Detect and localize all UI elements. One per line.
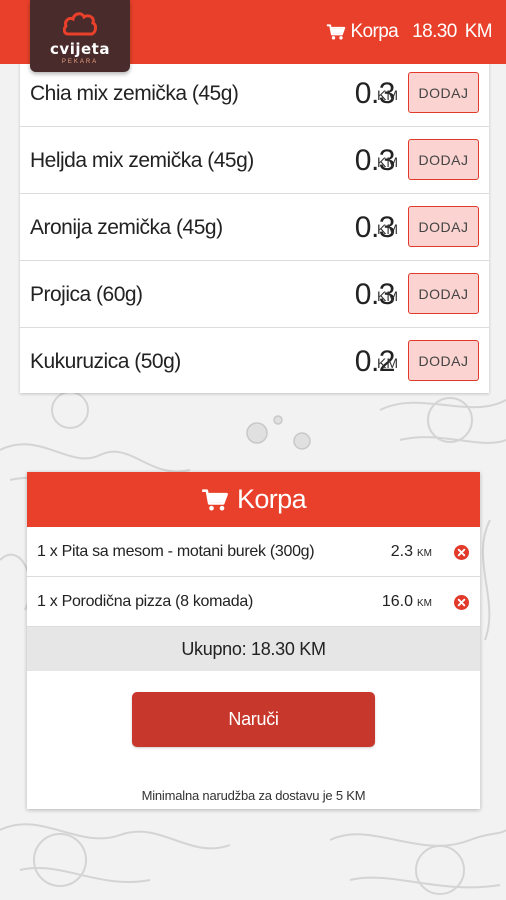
header-cart-button[interactable]: Korpa 18.30 KM: [326, 19, 493, 45]
cart-item: 1 x Pita sa mesom - motani burek (300g) …: [27, 527, 480, 577]
product-row: Aronija zemička (45g) 0.3 KM DODAJ: [20, 194, 489, 261]
product-currency: KM: [377, 154, 398, 170]
product-currency: KM: [377, 87, 398, 103]
header-cart-currency: KM: [464, 21, 493, 42]
header-cart-label: Korpa: [350, 21, 399, 42]
add-button[interactable]: DODAJ: [408, 72, 479, 113]
add-button[interactable]: DODAJ: [408, 206, 479, 247]
product-name: Heljda mix zemička (45g): [30, 149, 254, 172]
product-row: Projica (60g) 0.3 KM DODAJ: [20, 261, 489, 328]
cart-item-price: 2.3 KM: [390, 543, 432, 560]
add-button[interactable]: DODAJ: [408, 273, 479, 314]
cart-item-desc: 1 x Porodična pizza (8 komada): [37, 593, 254, 610]
cloud-logo-icon: [63, 12, 97, 36]
cart-panel: Korpa 1 x Pita sa mesom - motani burek (…: [27, 472, 480, 809]
product-list: Chia mix zemička (45g) 0.3 KM DODAJ Helj…: [20, 60, 489, 393]
minimum-order-note: Minimalna narudžba za dostavu je 5 KM: [141, 788, 366, 803]
cart-item-desc: 1 x Pita sa mesom - motani burek (300g): [37, 543, 315, 560]
product-name: Projica (60g): [30, 283, 143, 306]
add-button[interactable]: DODAJ: [408, 139, 479, 180]
add-button[interactable]: DODAJ: [408, 340, 479, 381]
remove-icon[interactable]: [454, 595, 469, 610]
cart-total: Ukupno: 18.30 KM: [27, 627, 480, 671]
header-cart-total: 18.30: [412, 21, 457, 42]
logo-subtitle: PEKARA: [61, 59, 99, 65]
cart-icon: [327, 24, 346, 40]
order-button[interactable]: Naruči: [132, 692, 375, 747]
remove-icon[interactable]: [454, 545, 469, 560]
product-currency: KM: [377, 221, 398, 237]
cart-item-price: 16.0 KM: [381, 593, 432, 610]
product-name: Kukuruzica (50g): [30, 350, 181, 373]
product-name: Aronija zemička (45g): [30, 216, 223, 239]
logo-wordmark: cvijeta: [50, 40, 110, 58]
cart-icon: [202, 488, 228, 510]
product-currency: KM: [377, 288, 398, 304]
cart-title: Korpa: [236, 484, 307, 514]
product-row: Heljda mix zemička (45g) 0.3 KM DODAJ: [20, 127, 489, 194]
cart-item: 1 x Porodična pizza (8 komada) 16.0 KM: [27, 577, 480, 627]
cart-header: Korpa: [27, 472, 480, 527]
brand-logo[interactable]: cvijeta PEKARA: [30, 0, 130, 72]
product-row: Kukuruzica (50g) 0.2 KM DODAJ: [20, 328, 489, 395]
product-currency: KM: [377, 355, 398, 371]
